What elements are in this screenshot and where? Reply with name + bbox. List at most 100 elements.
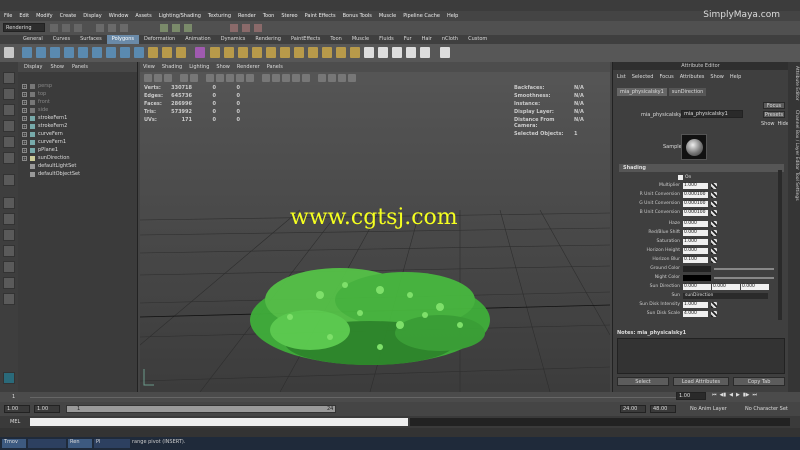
gate-mask-icon[interactable]	[226, 74, 234, 82]
poly-plane-icon[interactable]	[78, 47, 88, 58]
spherical-mapping-icon[interactable]	[406, 47, 416, 58]
expand-icon[interactable]: +	[22, 83, 27, 89]
range-start-field[interactable]: 1.00	[4, 405, 30, 413]
smooth-shade-icon[interactable]	[272, 74, 280, 82]
shelf-tab-general[interactable]: General	[18, 35, 48, 44]
attr-value-field[interactable]: 1.000	[683, 301, 708, 308]
shelf-tab-dynamics[interactable]: Dynamics	[216, 35, 251, 44]
automatic-mapping-icon[interactable]	[420, 47, 430, 58]
ae-menu-focus[interactable]: Focus	[659, 74, 673, 80]
reduce-icon[interactable]	[280, 47, 290, 58]
poly-prism-icon[interactable]	[106, 47, 116, 58]
expand-icon[interactable]: +	[22, 115, 27, 121]
attr-value-field[interactable]: 0.000100	[683, 200, 708, 207]
ae-menu-attributes[interactable]: Attributes	[680, 74, 705, 80]
taskbar-item-2[interactable]	[28, 439, 66, 448]
menu-paint-effects[interactable]: Paint Effects	[305, 13, 336, 19]
night-color-swatch[interactable]	[683, 274, 711, 281]
outliner-item-strokefern2[interactable]: + strokeFern2	[18, 122, 137, 130]
expand-icon[interactable]: +	[22, 99, 27, 105]
shelf-menu-icon[interactable]	[4, 47, 14, 58]
sun-direction-y[interactable]: 0.000	[712, 283, 740, 290]
ae-menu-selected[interactable]: Selected	[632, 74, 654, 80]
command-input[interactable]	[30, 418, 408, 426]
outliner-item-pplane1[interactable]: + pPlane1	[18, 146, 137, 154]
ae-tab-physicalsky[interactable]: mia_physicalsky1	[617, 88, 667, 96]
shadows-icon[interactable]	[318, 74, 326, 82]
ipr-render-icon[interactable]	[242, 24, 250, 32]
shelf-tab-ncloth[interactable]: nCloth	[437, 35, 463, 44]
boolean-intersection-icon[interactable]	[238, 47, 248, 58]
layout-four-icon[interactable]	[3, 213, 15, 225]
map-button-icon[interactable]	[711, 310, 717, 317]
ae-menu-help[interactable]: Help	[730, 74, 741, 80]
menu-muscle[interactable]: Muscle	[379, 13, 396, 19]
select-tool-icon[interactable]	[3, 72, 15, 84]
menu-texturing[interactable]: Texturing	[208, 13, 231, 19]
uv-editor-icon[interactable]	[364, 47, 374, 58]
film-gate-icon[interactable]	[206, 74, 214, 82]
menu-window[interactable]: Window	[109, 13, 129, 19]
boolean-union-icon[interactable]	[210, 47, 220, 58]
expand-icon[interactable]: +	[22, 131, 27, 137]
snap-curve-icon[interactable]	[172, 24, 180, 32]
range-end-field[interactable]: 24.00	[620, 405, 646, 413]
expand-icon[interactable]: +	[22, 91, 27, 97]
split-polygon-icon[interactable]	[336, 47, 346, 58]
separate-icon[interactable]	[162, 47, 172, 58]
snap-grid-icon[interactable]	[160, 24, 168, 32]
menu-help[interactable]: Help	[447, 13, 458, 19]
go-to-start-icon[interactable]: ⏮	[712, 392, 717, 398]
map-button-icon[interactable]	[711, 209, 717, 216]
viewport-menu-show[interactable]: Show	[216, 64, 230, 70]
shelf-tab-fluids[interactable]: Fluids	[374, 35, 399, 44]
viewport-menu-renderer[interactable]: Renderer	[237, 64, 260, 70]
outliner-item-defaultobjectset[interactable]: defaultObjectSet	[18, 170, 137, 178]
expand-icon[interactable]: +	[22, 107, 27, 113]
ae-menu-show[interactable]: Show	[710, 74, 724, 80]
image-plane-icon[interactable]	[180, 74, 188, 82]
anim-layer-select[interactable]: No Anim Layer	[690, 406, 727, 412]
attr-value-field[interactable]: 1.000	[683, 182, 708, 189]
shelf-tab-fur[interactable]: Fur	[399, 35, 417, 44]
mode-select[interactable]: Rendering	[3, 23, 45, 32]
shelf-tab-deformation[interactable]: Deformation	[139, 35, 180, 44]
map-button-icon[interactable]	[711, 238, 717, 245]
poly-cube-icon[interactable]	[36, 47, 46, 58]
shelf-tab-muscle[interactable]: Muscle	[347, 35, 374, 44]
xray-icon[interactable]	[338, 74, 346, 82]
smooth-icon[interactable]	[195, 47, 205, 58]
wireframe-on-shaded-icon[interactable]	[282, 74, 290, 82]
select-object-icon[interactable]	[108, 24, 116, 32]
map-button-icon[interactable]	[711, 182, 717, 189]
ae-tab-sundirection[interactable]: sunDirection	[668, 88, 707, 96]
boolean-difference-icon[interactable]	[224, 47, 234, 58]
on-checkbox[interactable]	[678, 175, 683, 180]
viewport-scene[interactable]: Verts: 330718 0 0 Edges: 645736 0 0 Faces: 2869…	[140, 85, 610, 392]
menu-render[interactable]: Render	[238, 13, 256, 19]
menu-modify[interactable]: Modify	[36, 13, 53, 19]
rotate-tool-icon[interactable]	[3, 136, 15, 148]
attr-value-field[interactable]: 0.000	[683, 247, 708, 254]
poly-torus-icon[interactable]	[92, 47, 102, 58]
select-component-icon[interactable]	[120, 24, 128, 32]
sun-link-field[interactable]: sunDirection	[683, 292, 768, 299]
attr-value-field[interactable]: 0.000	[683, 220, 708, 227]
isolate-select-icon[interactable]	[328, 74, 336, 82]
poly-sphere-icon[interactable]	[22, 47, 32, 58]
side-tab-tool-settings[interactable]: Tool Settings	[794, 172, 799, 201]
taskbar-item-ren[interactable]: Ren	[68, 439, 92, 448]
ae-node-name-field[interactable]: mia_physicalsky1	[681, 110, 743, 118]
viewport-menu-lighting[interactable]: Lighting	[189, 64, 209, 70]
night-color-slider[interactable]	[714, 276, 774, 279]
snap-point-icon[interactable]	[184, 24, 192, 32]
shading-section-header[interactable]: Shading	[619, 164, 784, 172]
layout-outliner-icon[interactable]	[3, 261, 15, 273]
menu-file[interactable]: File	[4, 13, 12, 19]
save-scene-icon[interactable]	[74, 24, 82, 32]
layout-stack-icon[interactable]	[3, 245, 15, 257]
outliner-item-curvefern[interactable]: + curveFern	[18, 130, 137, 138]
step-forward-icon[interactable]: ▮▶	[743, 392, 750, 398]
menu-pipeline-cache[interactable]: Pipeline Cache	[403, 13, 440, 19]
copy-tab-button[interactable]: Copy Tab	[733, 377, 785, 386]
